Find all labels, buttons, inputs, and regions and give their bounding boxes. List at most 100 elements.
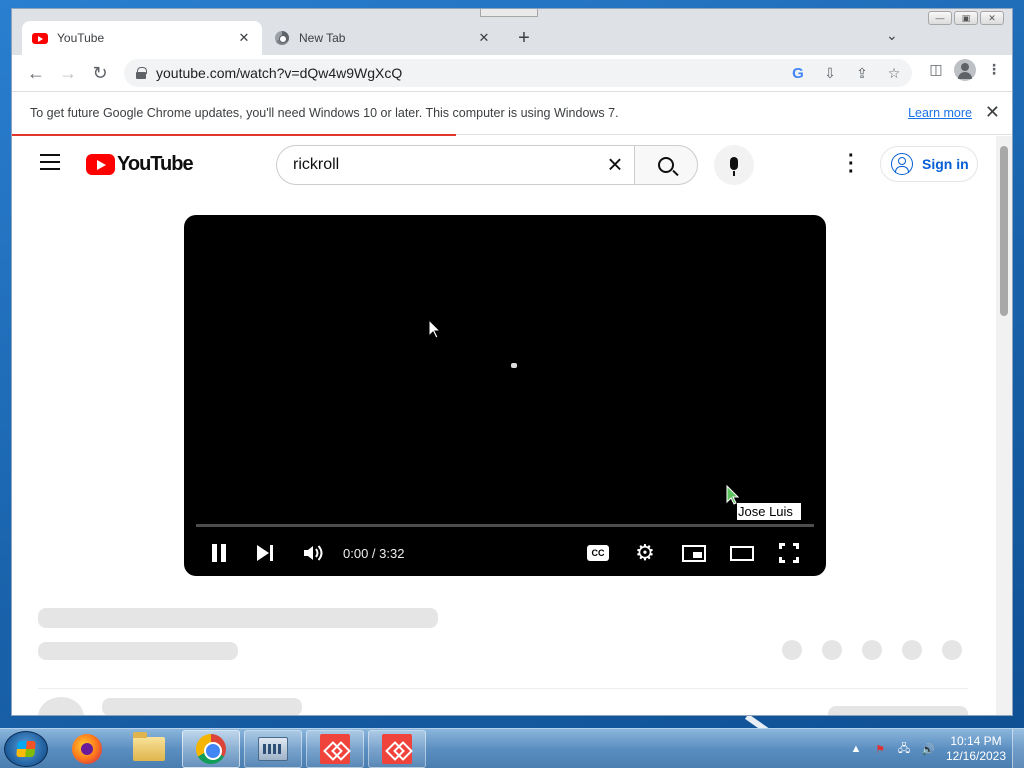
close-infobar-icon[interactable]: ✕ — [985, 102, 1000, 123]
lock-icon[interactable] — [136, 67, 147, 79]
network-icon[interactable]: 🖧 — [896, 741, 912, 757]
video-progress-bar[interactable] — [196, 524, 814, 527]
fullscreen-button[interactable] — [778, 539, 800, 567]
learn-more-link[interactable]: Learn more — [908, 106, 972, 120]
tab-youtube[interactable]: YouTube ✕ — [22, 21, 262, 55]
chrome-menu-icon[interactable]: ⋮ — [984, 59, 1004, 79]
clear-search-icon[interactable]: × — [602, 151, 628, 178]
cursor-green-icon — [726, 485, 740, 505]
settings-gear-icon[interactable]: ⚙ — [633, 539, 657, 567]
show-hidden-icons-icon[interactable]: ▲ — [848, 741, 864, 757]
minimize-button[interactable]: — — [928, 11, 952, 25]
search-button[interactable] — [634, 145, 698, 185]
avatar-skeleton — [38, 697, 84, 715]
tab-new-tab[interactable]: New Tab ✕ — [264, 21, 502, 55]
search-query[interactable]: rickroll — [293, 156, 339, 174]
show-desktop-button[interactable] — [1012, 729, 1024, 768]
close-tab-icon[interactable]: ✕ — [236, 30, 252, 46]
window-controls: — ▣ ✕ — [928, 11, 1004, 25]
tab-title: New Tab — [299, 31, 346, 45]
browser-toolbar: ← → ↻ youtube.com/watch?v=dQw4w9WgXcQ G … — [12, 55, 1012, 91]
anydesk-taskbar-button-2[interactable] — [368, 730, 426, 768]
youtube-page: YouTube rickroll × · · · Sign in Jose Luis — [12, 136, 996, 715]
window-title-handle[interactable] — [480, 9, 538, 17]
share-icon[interactable]: ⇪ — [852, 63, 872, 83]
tab-strip: YouTube ✕ New Tab ✕ + ⌄ — ▣ ✕ — [12, 9, 1012, 55]
next-video-button[interactable] — [254, 539, 276, 567]
captions-button[interactable]: CC — [586, 539, 610, 567]
pause-button[interactable] — [208, 539, 230, 567]
voice-search-button[interactable] — [714, 145, 754, 185]
action-skeleton — [902, 640, 922, 660]
title-skeleton — [38, 608, 438, 628]
profile-avatar[interactable] — [954, 59, 976, 81]
settings-kebab-icon[interactable]: · · · — [848, 146, 855, 182]
reload-icon[interactable]: ↻ — [84, 57, 116, 89]
action-center-flag-icon[interactable]: ⚑ — [872, 741, 888, 757]
windows-taskbar: ▲ ⚑ 🖧 🔊 10:14 PM 12/16/2023 — [0, 728, 1024, 768]
google-lens-icon[interactable]: G — [788, 63, 808, 83]
account-icon — [891, 153, 913, 175]
update-infobar: To get future Google Chrome updates, you… — [12, 91, 1012, 135]
clock-date: 12/16/2023 — [945, 749, 1007, 763]
video-player[interactable]: Jose Luis 0:00 / 3:32 CC ⚙ — [184, 215, 826, 576]
youtube-favicon-icon — [32, 30, 48, 46]
forward-arrow-icon[interactable]: → — [52, 57, 84, 89]
tab-search-chevron-icon[interactable]: ⌄ — [886, 27, 898, 44]
new-tab-button[interactable]: + — [512, 26, 536, 50]
close-window-button[interactable]: ✕ — [980, 11, 1004, 25]
action-skeleton — [862, 640, 882, 660]
action-skeleton — [782, 640, 802, 660]
keyboard-taskbar-button[interactable] — [244, 730, 302, 768]
folder-icon — [133, 732, 165, 761]
miniplayer-button[interactable] — [681, 539, 707, 567]
action-skeleton — [942, 640, 962, 660]
mouse-cursor-icon — [428, 319, 442, 339]
divider — [38, 688, 968, 689]
cc-icon: CC — [587, 545, 609, 561]
youtube-play-logo-icon — [86, 154, 115, 175]
system-clock[interactable]: 10:14 PM 12/16/2023 — [940, 734, 1012, 764]
sign-in-button[interactable]: Sign in — [880, 146, 978, 182]
firefox-icon — [72, 734, 102, 764]
page-scrollbar[interactable] — [996, 136, 1012, 715]
anydesk-taskbar-button-1[interactable] — [306, 730, 364, 768]
volume-tray-icon[interactable]: 🔊 — [920, 741, 936, 757]
system-tray: ▲ ⚑ 🖧 🔊 10:14 PM 12/16/2023 — [844, 729, 1024, 768]
on-screen-keyboard-icon — [258, 737, 288, 761]
theater-mode-button[interactable] — [729, 539, 755, 567]
microphone-icon — [730, 156, 738, 176]
tooltip: Jose Luis — [737, 503, 801, 520]
youtube-logo[interactable]: YouTube — [86, 153, 194, 176]
install-app-icon[interactable]: ⇩ — [820, 63, 840, 83]
subtitle-skeleton — [38, 642, 238, 660]
side-panel-icon[interactable]: ◫ — [926, 59, 946, 79]
youtube-header: YouTube rickroll × · · · Sign in — [12, 136, 996, 192]
back-arrow-icon[interactable]: ← — [20, 57, 52, 89]
sign-in-label: Sign in — [922, 156, 969, 172]
infobar-message: To get future Google Chrome updates, you… — [30, 106, 619, 120]
anydesk-icon — [382, 734, 412, 764]
start-button[interactable] — [4, 731, 48, 767]
chrome-taskbar-button[interactable] — [182, 730, 240, 768]
url-text[interactable]: youtube.com/watch?v=dQw4w9WgXcQ — [156, 65, 402, 81]
maximize-button[interactable]: ▣ — [954, 11, 978, 25]
search-input[interactable]: rickroll × — [276, 145, 634, 185]
player-controls: 0:00 / 3:32 CC ⚙ — [184, 535, 826, 571]
subscribe-skeleton — [828, 706, 968, 715]
address-bar[interactable]: youtube.com/watch?v=dQw4w9WgXcQ G ⇩ ⇪ ☆ — [124, 59, 912, 87]
time-display: 0:00 / 3:32 — [343, 545, 405, 561]
channel-skeleton — [102, 698, 302, 715]
chrome-icon — [196, 734, 226, 764]
bookmark-star-icon[interactable]: ☆ — [884, 63, 904, 83]
close-tab-icon[interactable]: ✕ — [476, 30, 492, 46]
scroll-thumb[interactable] — [1000, 146, 1008, 316]
search-icon — [658, 157, 674, 173]
volume-icon[interactable] — [300, 539, 326, 567]
explorer-taskbar-button[interactable] — [120, 730, 178, 768]
chrome-favicon-icon — [274, 30, 290, 46]
fullscreen-icon — [779, 543, 799, 563]
hamburger-menu-icon[interactable] — [40, 154, 60, 170]
loading-spinner — [511, 363, 517, 368]
firefox-taskbar-button[interactable] — [58, 730, 116, 768]
